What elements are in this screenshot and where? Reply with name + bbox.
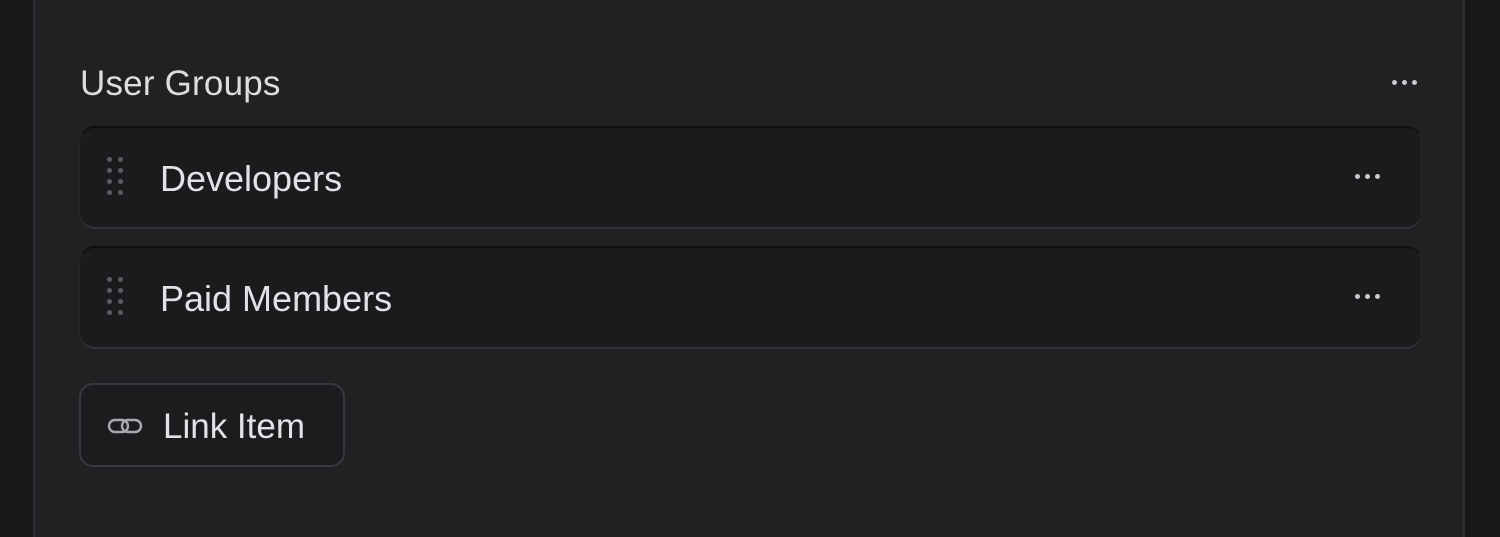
drag-handle-icon[interactable] [107,277,127,321]
row-more-options-icon[interactable] [1347,286,1388,307]
dot [1412,80,1417,85]
section-more-options-icon[interactable] [1384,72,1425,93]
row-more-options-icon[interactable] [1347,166,1388,187]
section-title: User Groups [80,64,281,103]
group-label: Developers [160,158,343,199]
app-background: User Groups Developers Paid Members Link… [0,0,1500,537]
dot [1402,80,1407,85]
dot [1392,80,1397,85]
drag-handle-icon[interactable] [107,157,127,201]
group-row-developers[interactable]: Developers [79,126,1422,229]
link-item-label: Link Item [163,407,305,446]
link-item-button[interactable]: Link Item [79,383,345,467]
dot [1365,294,1370,299]
link-icon [107,418,143,434]
dot [1355,174,1360,179]
group-label: Paid Members [160,278,393,319]
dot [1375,174,1380,179]
section-header: User Groups [80,58,1425,108]
dot [1375,294,1380,299]
dot [1355,294,1360,299]
group-row-paid-members[interactable]: Paid Members [79,246,1422,349]
dot [1365,174,1370,179]
